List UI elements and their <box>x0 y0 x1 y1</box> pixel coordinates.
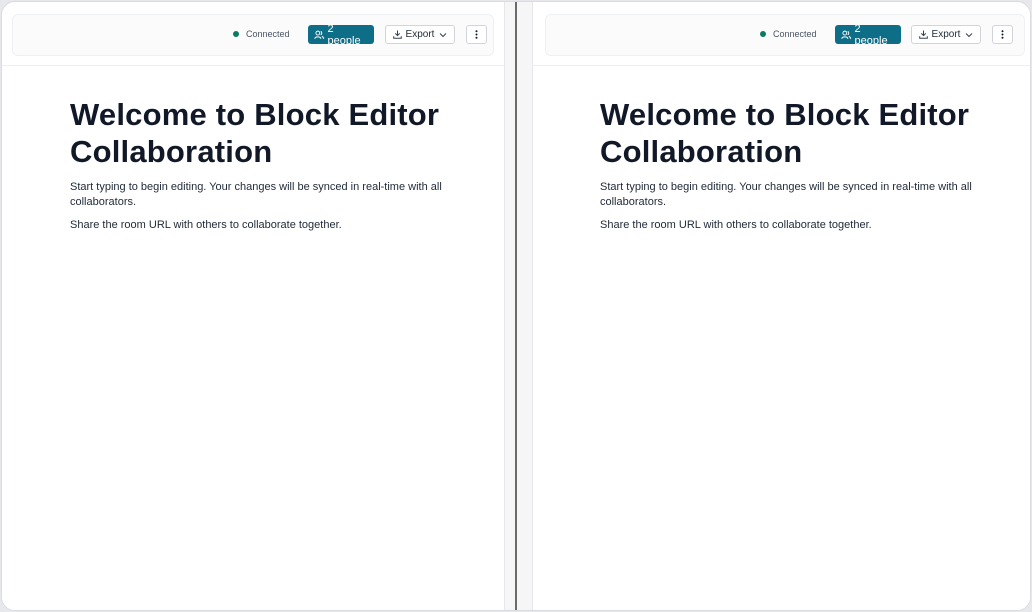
export-button[interactable]: Export <box>911 25 981 44</box>
editor-document[interactable]: Welcome to Block Editor Collaboration St… <box>600 96 1010 241</box>
app-frame: Connected 2 people Export Welcome to Blo… <box>1 1 1031 611</box>
toolbar: Connected 2 people Export <box>12 14 494 56</box>
users-icon <box>314 30 325 39</box>
people-count-label: 2 people <box>327 22 361 47</box>
status-label: Connected <box>246 29 290 39</box>
people-button[interactable]: 2 people <box>835 22 901 47</box>
chevron-down-icon <box>966 32 973 37</box>
split-divider-handle[interactable] <box>515 2 517 610</box>
people-count-label: 2 people <box>854 22 888 47</box>
document-paragraph[interactable]: Share the room URL with others to collab… <box>70 218 480 233</box>
export-button[interactable]: Export <box>385 25 455 44</box>
document-paragraph[interactable]: Share the room URL with others to collab… <box>600 218 1010 233</box>
editor-document[interactable]: Welcome to Block Editor Collaboration St… <box>70 96 480 241</box>
export-label: Export <box>405 29 435 40</box>
connection-status: Connected <box>760 29 817 39</box>
download-icon <box>392 30 402 39</box>
status-dot-icon <box>233 31 239 37</box>
toolbar: Connected 2 people Export <box>545 14 1025 56</box>
editor-pane-right: Connected 2 people Export Welcome to Blo… <box>532 2 1030 610</box>
status-label: Connected <box>773 29 817 39</box>
header-divider <box>2 65 504 66</box>
more-vertical-icon <box>1001 30 1004 39</box>
document-paragraph[interactable]: Start typing to begin editing. Your chan… <box>600 180 1010 210</box>
split-gutter <box>505 2 532 610</box>
document-paragraph[interactable]: Start typing to begin editing. Your chan… <box>70 180 480 210</box>
download-icon <box>918 30 928 39</box>
status-dot-icon <box>760 31 766 37</box>
document-heading[interactable]: Welcome to Block Editor Collaboration <box>600 96 1010 170</box>
export-label: Export <box>931 29 961 40</box>
people-button[interactable]: 2 people <box>308 22 374 47</box>
more-options-button[interactable] <box>992 25 1013 44</box>
connection-status: Connected <box>233 29 290 39</box>
users-icon <box>841 30 852 39</box>
header-divider <box>533 65 1030 66</box>
document-heading[interactable]: Welcome to Block Editor Collaboration <box>70 96 480 170</box>
chevron-down-icon <box>440 32 447 37</box>
more-vertical-icon <box>475 30 478 39</box>
more-options-button[interactable] <box>466 25 487 44</box>
editor-pane-left: Connected 2 people Export Welcome to Blo… <box>2 2 505 610</box>
